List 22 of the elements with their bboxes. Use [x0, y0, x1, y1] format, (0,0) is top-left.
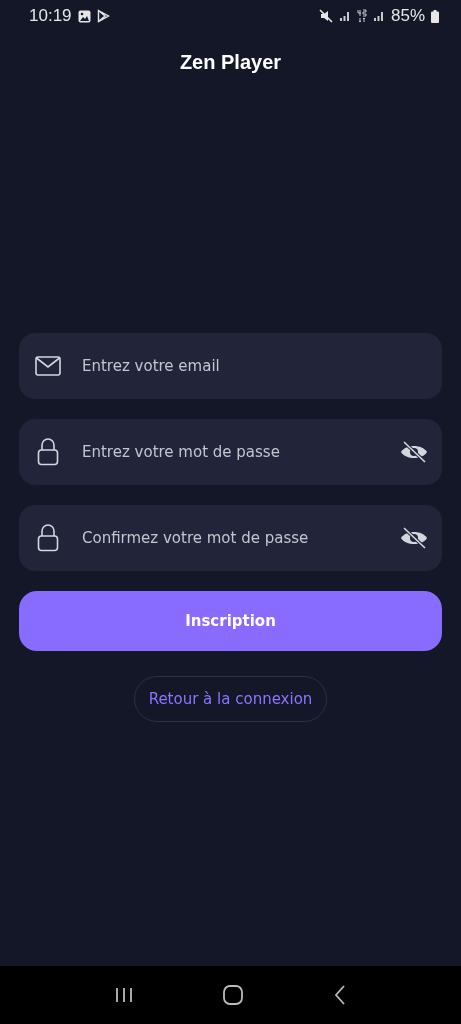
password-field[interactable]: Confirmez votre mot de passe	[82, 529, 400, 547]
network-icon	[356, 9, 367, 23]
mail-icon	[35, 356, 61, 376]
password-field[interactable]: Entrez votre mot de passe	[82, 443, 400, 461]
lock-icon	[35, 438, 61, 466]
signal-icon	[372, 10, 385, 22]
signal-icon	[338, 10, 351, 22]
eye-off-icon[interactable]	[400, 441, 428, 463]
lock-icon	[35, 524, 61, 552]
eye-off-icon[interactable]	[400, 527, 428, 549]
play-icon	[96, 9, 110, 23]
app-title: Zen Player	[178, 50, 283, 75]
home-icon[interactable]	[223, 985, 244, 1005]
recent-apps-icon[interactable]	[115, 987, 134, 1003]
battery-level: 85%	[390, 6, 425, 26]
battery-icon	[431, 9, 439, 23]
email-field[interactable]: Entrez votre email	[82, 357, 428, 375]
signup-button[interactable]: Inscription	[19, 591, 442, 651]
status-time: 10:19	[29, 6, 72, 26]
back-icon[interactable]	[333, 985, 346, 1005]
image-icon	[77, 9, 91, 23]
mute-icon	[318, 9, 333, 23]
